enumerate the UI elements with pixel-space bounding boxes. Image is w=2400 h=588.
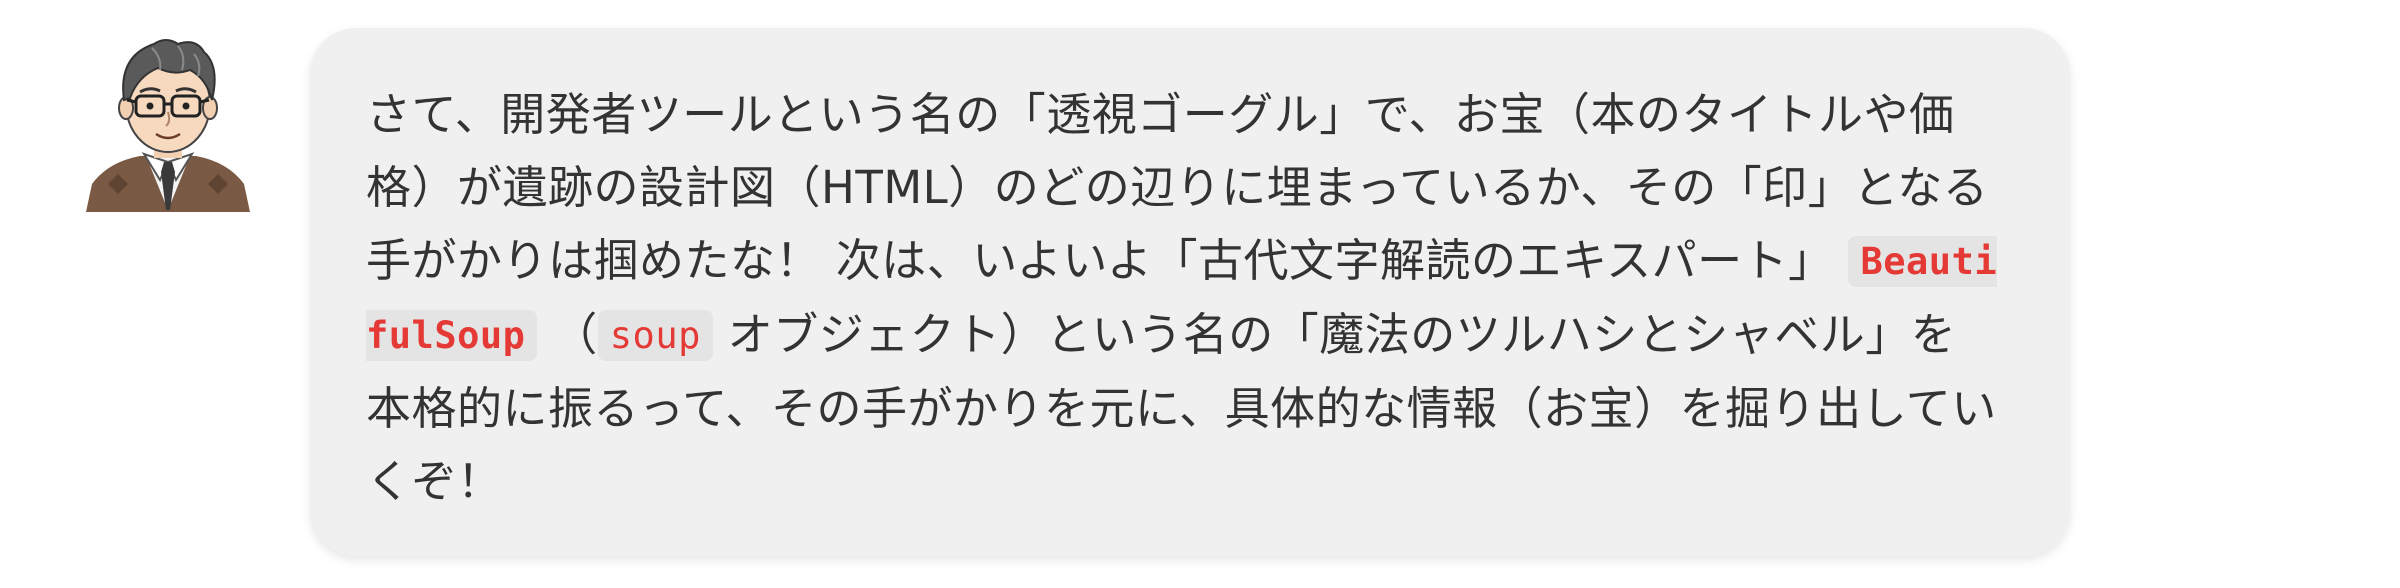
teacher-avatar-icon — [78, 34, 258, 212]
message-text-part-1: さて、開発者ツールという名の「透視ゴーグル」で、お宝（本のタイトルや価格）が遺跡… — [366, 88, 1989, 287]
message-text: さて、開発者ツールという名の「透視ゴーグル」で、お宝（本のタイトルや価格）が遺跡… — [366, 78, 2000, 518]
inline-code-soup: soup — [597, 310, 713, 361]
chat-stage: さて、開発者ツールという名の「透視ゴーグル」で、お宝（本のタイトルや価格）が遺跡… — [0, 0, 2400, 588]
message-text-part-2: （ — [552, 308, 598, 361]
speech-bubble: さて、開発者ツールという名の「透視ゴーグル」で、お宝（本のタイトルや価格）が遺跡… — [310, 28, 2070, 556]
